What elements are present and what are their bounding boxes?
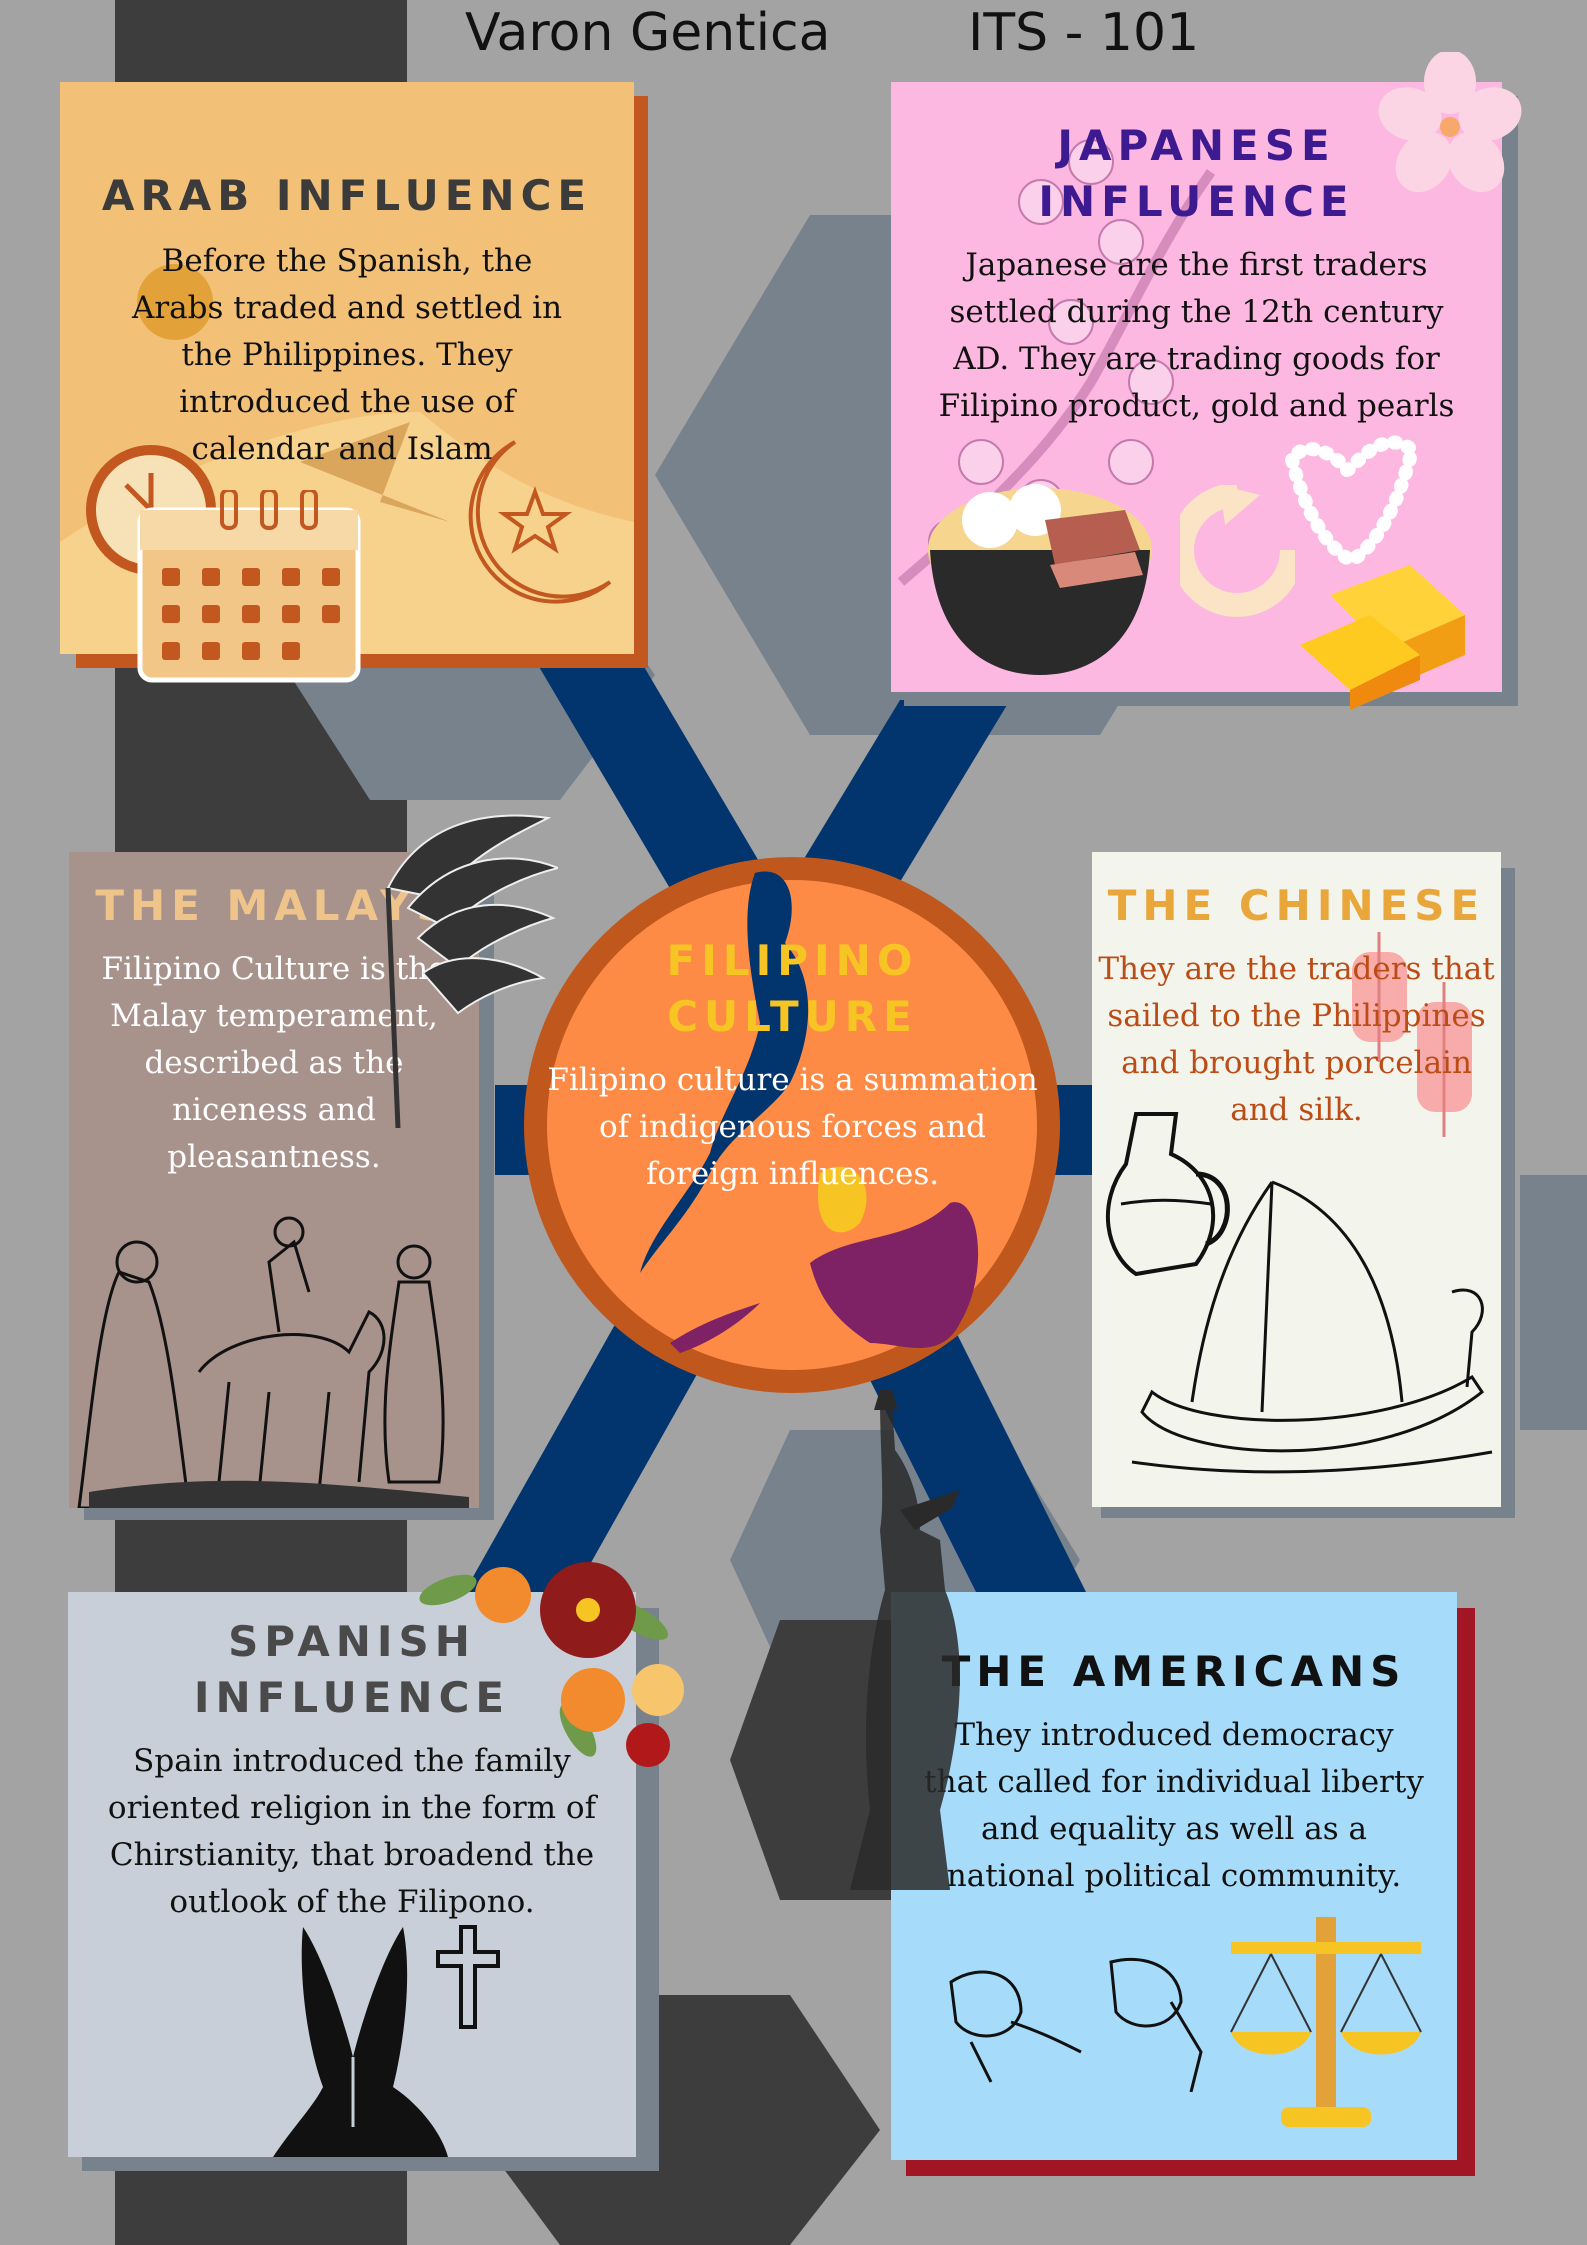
broken-chains-icon xyxy=(949,1957,1203,2092)
chinese-card: THE CHINESE They are the traders that sa… xyxy=(1092,852,1501,1507)
center-content: FILIPINO CULTURE Filipino culture is a s… xyxy=(545,933,1040,1198)
horse-rider-icon xyxy=(77,1216,469,1508)
course-code: ITS - 101 xyxy=(968,3,1200,63)
gold-bars-icon xyxy=(1300,565,1465,710)
chinese-title: THE CHINESE xyxy=(1107,881,1486,930)
ramen-bowl-icon xyxy=(928,484,1152,675)
statue-of-liberty-icon xyxy=(850,1390,960,1890)
scales-icon xyxy=(1230,1917,1422,2127)
pearl-necklace-icon xyxy=(1284,435,1420,568)
praying-hands-icon xyxy=(273,1927,448,2157)
boat-icon xyxy=(1131,1180,1493,1474)
flower-corner-icon xyxy=(1378,52,1522,193)
center-body: Filipino culture is a summation of indig… xyxy=(547,1062,1038,1192)
calendar-icon xyxy=(137,490,361,683)
center-title: FILIPINO CULTURE xyxy=(666,936,919,1041)
arab-title: ARAB INFLUENCE xyxy=(101,171,593,220)
cross-icon xyxy=(436,1925,500,2029)
flower-bouquet-icon xyxy=(419,1562,684,1767)
crescent-star-icon xyxy=(468,440,612,604)
author-name: Varon Gentica xyxy=(465,3,831,63)
japanese-body: Japanese are the first traders settled d… xyxy=(938,247,1455,424)
